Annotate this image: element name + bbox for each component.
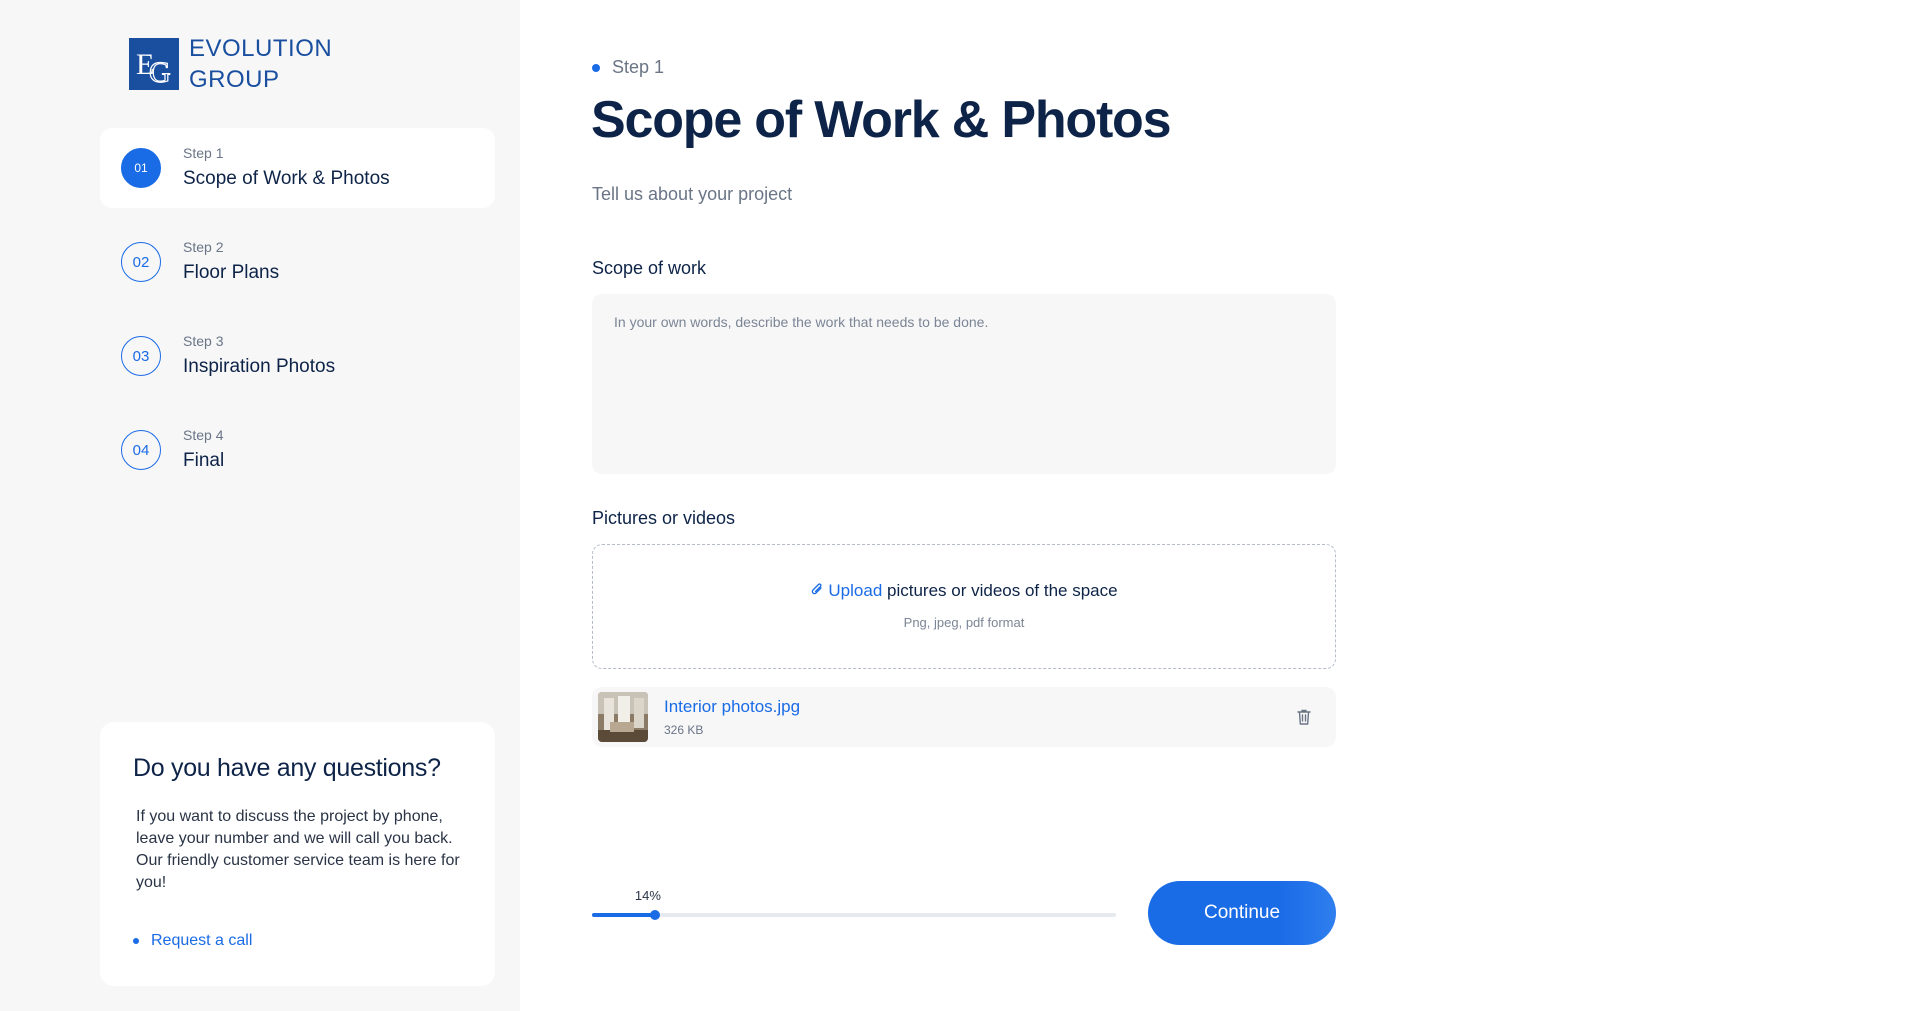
step-1-caption: Step 1 (183, 145, 224, 161)
logo-text-line1: EVOLUTION (189, 35, 333, 62)
help-body: If you want to discuss the project by ph… (136, 808, 460, 891)
step-4-title: Final (183, 450, 225, 471)
step-3-item[interactable]: 03 Step 3 Inspiration Photos (100, 316, 495, 396)
request-call-label: Request a call (151, 932, 253, 949)
trash-icon[interactable] (1294, 707, 1314, 727)
progress-track (592, 910, 1116, 920)
progress-fill (592, 913, 655, 917)
steps-nav: 01 Step 1 Scope of Work & Photos 02 Step… (100, 128, 495, 504)
file-name[interactable]: Interior photos.jpg (664, 697, 800, 717)
scope-of-work-textarea[interactable] (592, 294, 1336, 474)
step-4-caption: Step 4 (183, 427, 224, 443)
logo-text-line2: GROUP (189, 66, 280, 93)
bullet-dot-icon (133, 938, 139, 944)
step-3-caption: Step 3 (183, 333, 224, 349)
progress-knob (649, 910, 660, 920)
step-3-number: 03 (121, 336, 161, 376)
upload-dropzone[interactable]: Upload pictures or videos of the space P… (592, 544, 1336, 669)
step-indicator-dot-icon (592, 63, 600, 72)
svg-text:G: G (149, 56, 171, 89)
sidebar: E G EVOLUTION GROUP 01 Step 1 Scope of W… (0, 0, 520, 1011)
page: E G EVOLUTION GROUP 01 Step 1 Scope of W… (0, 0, 1920, 1011)
file-size: 326 KB (664, 723, 704, 737)
upload-link[interactable]: Upload (828, 581, 882, 600)
scope-of-work-label: Scope of work (592, 258, 707, 278)
logo[interactable]: E G EVOLUTION GROUP (129, 33, 332, 95)
step-2-number: 02 (121, 242, 161, 282)
logo-text: EVOLUTION GROUP (189, 33, 332, 95)
paperclip-icon (810, 582, 824, 603)
pictures-videos-label: Pictures or videos (592, 508, 736, 528)
uploaded-file-row: Interior photos.jpg 326 KB (592, 687, 1336, 747)
progress-percent: 14% (634, 888, 661, 903)
step-1-item[interactable]: 01 Step 1 Scope of Work & Photos (100, 128, 495, 208)
progress-bar: 14% (592, 888, 1116, 920)
upload-text: pictures or videos of the space (882, 581, 1118, 600)
help-title: Do you have any questions? (133, 754, 441, 782)
upload-line: Upload pictures or videos of the space (593, 581, 1335, 603)
page-title: Scope of Work & Photos (591, 91, 1172, 149)
step-1-title: Scope of Work & Photos (183, 168, 390, 189)
upload-formats-hint: Png, jpeg, pdf format (903, 615, 1025, 630)
step-indicator: Step 1 (592, 57, 664, 78)
step-4-item[interactable]: 04 Step 4 Final (100, 410, 495, 490)
step-4-number: 04 (121, 430, 161, 470)
step-indicator-label: Step 1 (612, 57, 665, 77)
step-3-title: Inspiration Photos (183, 356, 336, 377)
page-subtitle: Tell us about your project (592, 184, 793, 204)
step-1-number: 01 (121, 148, 161, 188)
step-2-caption: Step 2 (183, 239, 224, 255)
step-2-item[interactable]: 02 Step 2 Floor Plans (100, 222, 495, 302)
continue-button[interactable]: Continue (1148, 881, 1336, 945)
logo-mark-icon: E G (129, 38, 179, 90)
file-thumbnail (598, 692, 648, 742)
step-2-title: Floor Plans (183, 262, 280, 283)
main-content: Step 1 Scope of Work & Photos Tell us ab… (520, 0, 1920, 1011)
request-call-link[interactable]: Request a call (133, 932, 252, 950)
help-card: Do you have any questions? If you want t… (100, 722, 495, 986)
